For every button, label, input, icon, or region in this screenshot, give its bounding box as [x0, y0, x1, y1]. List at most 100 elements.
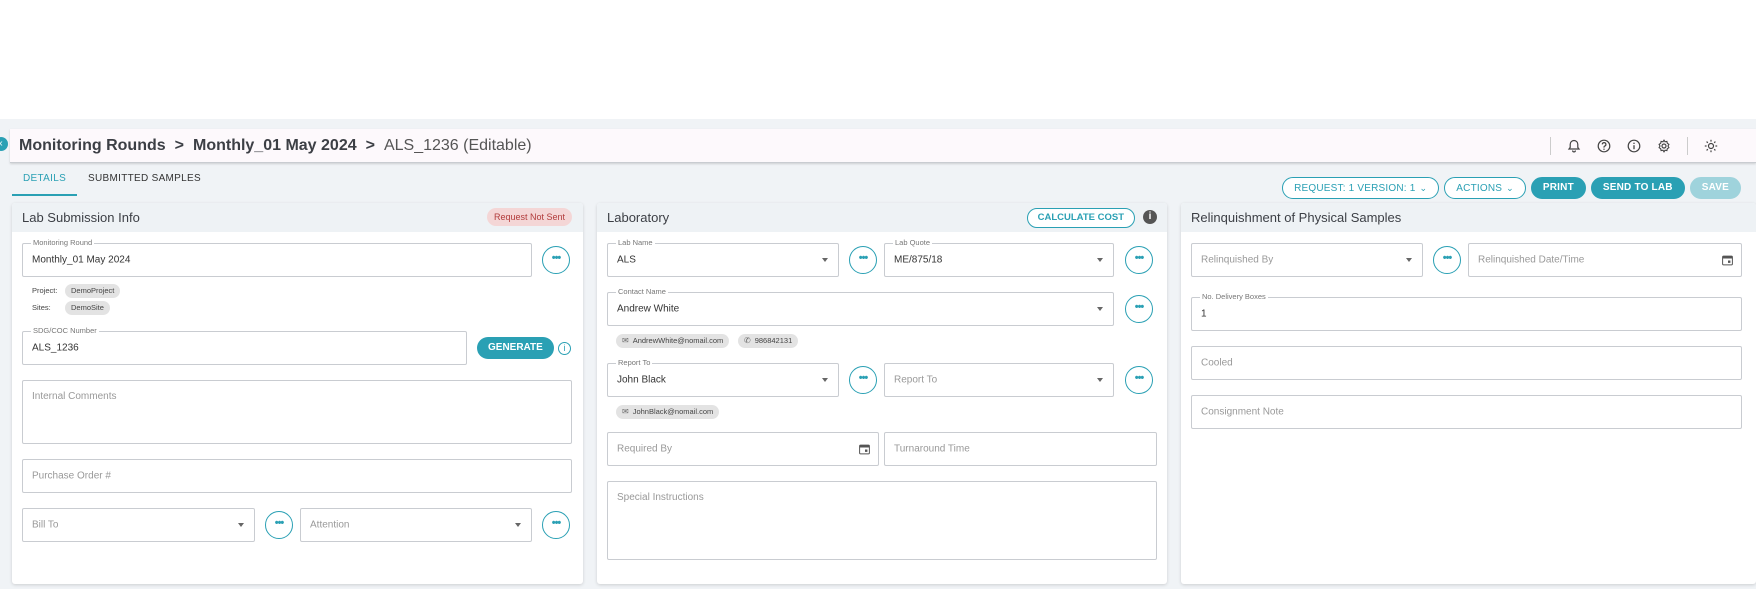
panel-header: Laboratory CALCULATE COST i [597, 203, 1167, 232]
field-placeholder: Bill To [32, 519, 59, 531]
field-label: Contact Name [616, 287, 668, 296]
actions-dropdown[interactable]: ACTIONS ⌄ [1444, 177, 1526, 199]
relinquished-by-select[interactable]: Relinquished By [1191, 243, 1423, 277]
send-to-lab-button[interactable]: SEND TO LAB [1590, 177, 1685, 199]
sun-icon[interactable] [1704, 139, 1718, 153]
sites-label: Sites: [32, 303, 51, 312]
breadcrumb: Monitoring Rounds > Monthly_01 May 2024 … [19, 137, 532, 155]
generate-button[interactable]: GENERATE [477, 337, 554, 359]
delivery-boxes-field[interactable]: No. Delivery Boxes 1 [1191, 292, 1742, 331]
cooled-field[interactable]: Cooled [1191, 346, 1742, 380]
monitoring-round-field[interactable]: Monitoring Round Monthly_01 May 2024 [22, 238, 532, 277]
report-to-email: JohnBlack@nomail.com [632, 407, 714, 416]
bill-to-more-button[interactable]: ••• [265, 511, 293, 539]
project-label: Project: [32, 286, 58, 295]
report-to-more-button[interactable]: ••• [849, 366, 877, 394]
contact-name-more-button[interactable]: ••• [1125, 295, 1153, 323]
info-icon[interactable]: i [558, 342, 571, 355]
field-placeholder: Turnaround Time [894, 443, 970, 455]
tab-details[interactable]: DETAILS [12, 170, 78, 196]
field-label: No. Delivery Boxes [1200, 292, 1268, 301]
info-icon[interactable]: i [1143, 210, 1157, 224]
attention-more-button[interactable]: ••• [542, 511, 570, 539]
purchase-order-field[interactable]: Purchase Order # [22, 459, 572, 493]
lab-name-select[interactable]: Lab Name ALS [607, 238, 839, 277]
contact-email-chip: ✉ AndrewWhite@nomail.com [616, 334, 730, 348]
field-placeholder: Required By [617, 443, 673, 455]
monitoring-round-more-button[interactable]: ••• [542, 246, 570, 274]
divider [1687, 137, 1688, 155]
project-chip: DemoProject [65, 284, 121, 298]
special-instructions-field[interactable]: Special Instructions [607, 481, 1157, 560]
bell-icon[interactable] [1567, 139, 1581, 153]
chevron-down-icon: ⌄ [1506, 183, 1514, 193]
report-to-select[interactable]: Report To John Black [607, 358, 839, 397]
relinquished-date-field[interactable]: Relinquished Date/Time [1468, 243, 1742, 277]
contact-name-select[interactable]: Contact Name Andrew White [607, 287, 1114, 326]
field-label: Lab Name [616, 238, 655, 247]
calendar-icon[interactable] [1722, 255, 1733, 266]
divider [1550, 137, 1551, 155]
turnaround-time-field[interactable]: Turnaround Time [884, 432, 1157, 466]
caret-down-icon [1097, 378, 1103, 382]
caret-down-icon [1406, 258, 1412, 262]
panel-title: Laboratory [607, 210, 670, 225]
field-value: 1 [1201, 308, 1207, 320]
field-value: ME/875/18 [894, 254, 943, 266]
contact-phone-chip: ✆ 986842131 [738, 334, 799, 348]
actions-label: ACTIONS [1456, 183, 1503, 194]
field-placeholder: Special Instructions [617, 492, 704, 503]
mail-icon: ✉ [622, 336, 629, 345]
lab-name-more-button[interactable]: ••• [849, 246, 877, 274]
field-value: ALS [617, 254, 636, 266]
bill-to-select[interactable]: Bill To [22, 508, 255, 542]
consignment-note-field[interactable]: Consignment Note [1191, 395, 1742, 429]
report-to-secondary-more-button[interactable]: ••• [1125, 366, 1153, 394]
sidebar-collapse-icon[interactable]: ‹ [0, 137, 8, 151]
app-container: ‹ Monitoring Rounds > Monthly_01 May 202… [0, 119, 1756, 589]
tab-bar: DETAILS SUBMITTED SAMPLES [12, 170, 212, 196]
save-button[interactable]: SAVE [1689, 177, 1741, 199]
request-version-label: REQUEST: 1 VERSION: 1 [1294, 183, 1416, 194]
field-placeholder: Consignment Note [1201, 406, 1284, 418]
field-placeholder: Purchase Order # [32, 470, 111, 482]
field-label: Lab Quote [893, 238, 933, 247]
request-version-dropdown[interactable]: REQUEST: 1 VERSION: 1 ⌄ [1282, 177, 1440, 199]
calendar-icon[interactable] [859, 444, 870, 455]
internal-comments-field[interactable]: Internal Comments [22, 380, 572, 444]
attention-select[interactable]: Attention [300, 508, 532, 542]
field-placeholder: Report To [894, 374, 938, 386]
field-placeholder: Relinquished By [1201, 254, 1274, 266]
field-value: Andrew White [617, 303, 680, 315]
info-icon[interactable] [1627, 139, 1641, 153]
required-by-field[interactable]: Required By [607, 432, 879, 466]
field-value: ALS_1236 [32, 342, 79, 354]
gear-icon[interactable] [1657, 139, 1671, 153]
lab-quote-select[interactable]: Lab Quote ME/875/18 [884, 238, 1114, 277]
sdg-coc-number-field[interactable]: SDG/COC Number ALS_1236 [22, 326, 467, 365]
help-icon[interactable] [1597, 139, 1611, 153]
breadcrumb-separator: > [174, 136, 184, 154]
panel-title: Relinquishment of Physical Samples [1191, 210, 1402, 225]
breadcrumb-monitoring-rounds[interactable]: Monitoring Rounds [19, 137, 166, 155]
caret-down-icon [238, 523, 244, 527]
calculate-cost-button[interactable]: CALCULATE COST [1026, 208, 1135, 228]
field-placeholder: Internal Comments [32, 391, 117, 402]
field-value: Monthly_01 May 2024 [32, 254, 131, 266]
caret-down-icon [1097, 258, 1103, 262]
tab-submitted-samples[interactable]: SUBMITTED SAMPLES [77, 170, 212, 196]
field-value: John Black [617, 374, 666, 386]
phone-icon: ✆ [744, 336, 751, 345]
breadcrumb-monitoring-round[interactable]: Monthly_01 May 2024 [193, 137, 357, 155]
field-label: Report To [616, 358, 653, 367]
print-button[interactable]: PRINT [1530, 177, 1586, 199]
field-placeholder: Attention [310, 519, 350, 531]
header-icons [1542, 129, 1726, 163]
lab-quote-more-button[interactable]: ••• [1125, 246, 1153, 274]
panel-header: Relinquishment of Physical Samples [1181, 203, 1756, 232]
relinquished-by-more-button[interactable]: ••• [1433, 246, 1461, 274]
field-label: SDG/COC Number [31, 326, 99, 335]
report-to-secondary-select[interactable]: Report To [884, 363, 1114, 397]
contact-phone: 986842131 [754, 336, 793, 345]
relinquishment-panel: Relinquishment of Physical Samples Relin… [1181, 203, 1756, 584]
